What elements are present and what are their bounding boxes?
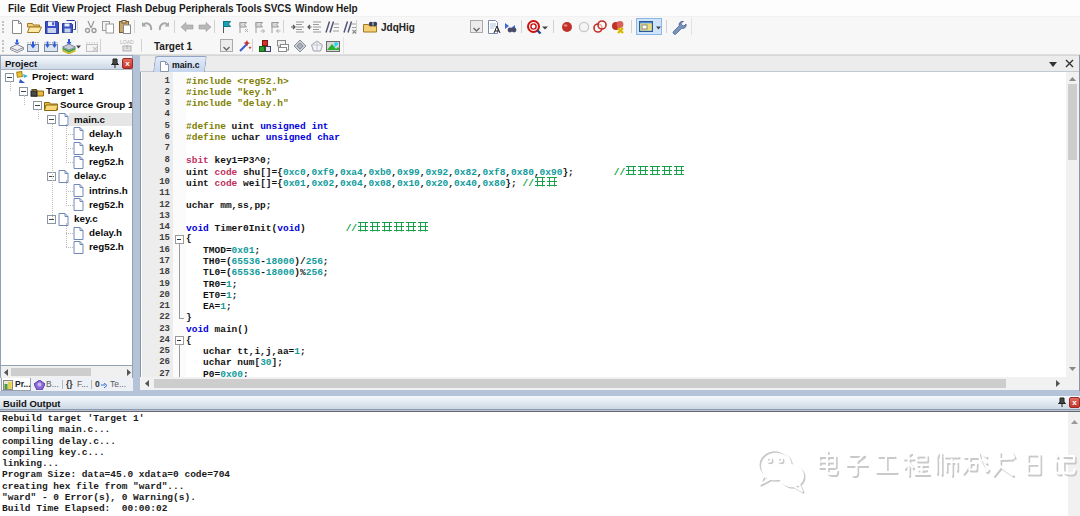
svg-text:LOAD: LOAD — [120, 39, 134, 45]
